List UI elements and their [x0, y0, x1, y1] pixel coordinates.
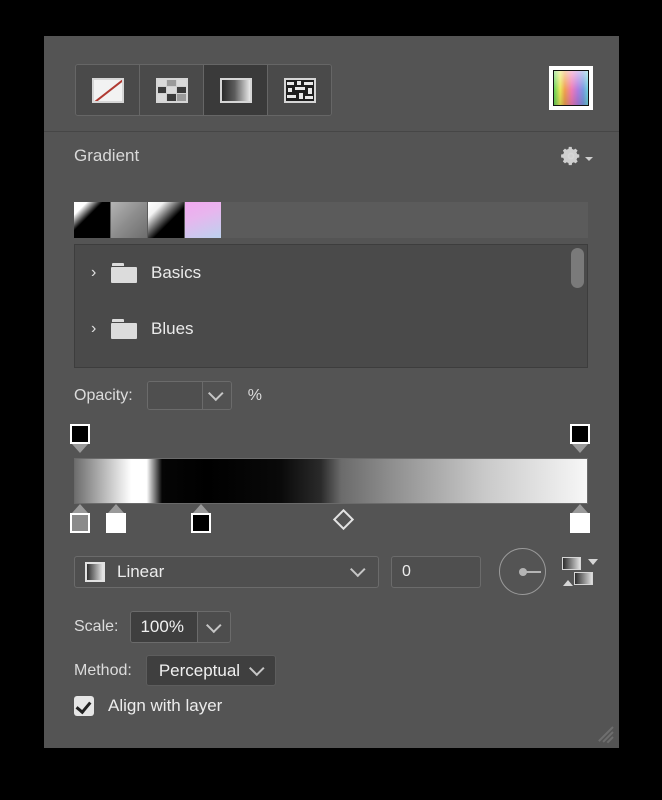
- color-picker-swatch-inner: [553, 70, 589, 106]
- stop-pointer-icon: [72, 504, 88, 513]
- align-with-layer-checkbox[interactable]: [74, 696, 94, 716]
- gradient-shape-row: Linear 0: [74, 548, 598, 595]
- chevron-down-icon: [585, 157, 593, 161]
- chevron-down-icon: [350, 561, 366, 578]
- stop-pointer-icon: [572, 444, 588, 453]
- arrow-down-icon: [588, 558, 598, 565]
- opacity-row: Opacity: %: [74, 381, 262, 410]
- scale-row: Scale: 100%: [74, 611, 232, 643]
- fill-type-toolbar: [44, 36, 619, 132]
- color-picker-swatch[interactable]: [549, 66, 593, 110]
- arrow-up-icon: [563, 579, 573, 586]
- align-with-layer-row[interactable]: Align with layer: [74, 696, 222, 716]
- opacity-stop-end[interactable]: [570, 424, 590, 453]
- scale-dropdown-button[interactable]: [197, 612, 231, 642]
- gradient-angle-input[interactable]: 0: [391, 555, 481, 588]
- screenshot-root: Gradient › Basics › Blues Opacity: % Lin…: [0, 0, 662, 800]
- method-select[interactable]: Perceptual: [145, 655, 277, 686]
- noise-icon: [283, 77, 316, 103]
- midpoint-marker[interactable]: [332, 508, 355, 531]
- opacity-stepper: [146, 381, 232, 410]
- stop-pointer-icon: [108, 504, 124, 513]
- list-item-label: Blues: [151, 319, 194, 338]
- gradient-preset-strip: [74, 202, 588, 238]
- folder-icon: [111, 319, 137, 339]
- folder-icon: [111, 263, 137, 283]
- chevron-right-icon[interactable]: ›: [91, 265, 105, 281]
- gradient-section-header: Gradient: [44, 132, 619, 178]
- gradient-icon: [219, 77, 252, 103]
- opacity-dropdown-button[interactable]: [201, 382, 231, 409]
- chevron-down-icon: [205, 617, 222, 633]
- fill-type-button-group: [75, 64, 332, 116]
- resize-grip-icon[interactable]: [591, 720, 614, 744]
- gradient-preview-bar[interactable]: [74, 458, 588, 504]
- pattern-icon: [155, 77, 188, 103]
- color-stop-swatch: [70, 513, 90, 533]
- gradient-shape-select[interactable]: Linear: [74, 555, 379, 588]
- method-row: Method: Perceptual: [74, 655, 277, 686]
- chevron-down-icon: [249, 660, 265, 677]
- color-stop-swatch: [191, 513, 211, 533]
- opacity-label: Opacity:: [74, 386, 133, 404]
- stop-pointer-icon: [72, 444, 88, 453]
- gradient-preset-swatch[interactable]: [111, 202, 147, 238]
- reverse-gradient-icon-b: [574, 571, 593, 585]
- vertical-scrollbar[interactable]: [571, 248, 584, 366]
- list-item[interactable]: › Blues: [75, 301, 587, 357]
- fill-type-noise-button[interactable]: [268, 65, 331, 115]
- angle-dial-icon[interactable]: [499, 548, 546, 595]
- stop-pointer-icon: [572, 504, 588, 513]
- gear-icon: [561, 146, 580, 166]
- list-item-label: Basics: [151, 263, 202, 282]
- color-stop[interactable]: [106, 504, 126, 533]
- opacity-stop-swatch: [70, 424, 90, 444]
- reverse-gradient-icon: [562, 556, 581, 570]
- scrollbar-thumb[interactable]: [571, 248, 584, 288]
- method-label: Method:: [74, 661, 132, 679]
- page-title: Gradient: [74, 146, 140, 165]
- chevron-down-icon: [208, 385, 224, 402]
- fill-type-pattern-button[interactable]: [140, 65, 204, 115]
- gradient-shape-label: Linear: [117, 561, 165, 581]
- scale-label: Scale:: [74, 618, 119, 635]
- gradient-group-list: › Basics › Blues: [74, 244, 588, 368]
- dial-hub: [518, 567, 527, 576]
- method-value: Perceptual: [158, 660, 241, 680]
- gradient-editor: [70, 424, 590, 534]
- fill-type-gradient-button[interactable]: [204, 65, 268, 115]
- gradient-preset-swatch[interactable]: [74, 202, 110, 238]
- align-with-layer-label: Align with layer: [108, 696, 223, 715]
- chevron-right-icon[interactable]: ›: [91, 321, 105, 337]
- color-stop-swatch: [106, 513, 126, 533]
- no-fill-icon: [91, 77, 124, 103]
- gradient-preset-swatch[interactable]: [148, 202, 184, 238]
- reverse-gradient-button[interactable]: [562, 556, 598, 588]
- gradient-preset-swatch[interactable]: [185, 202, 221, 238]
- color-stop-swatch: [570, 513, 590, 533]
- scale-input[interactable]: 100%: [131, 612, 198, 642]
- gradient-swatch-icon: [85, 561, 105, 582]
- opacity-unit: %: [247, 386, 262, 404]
- list-item[interactable]: › Basics: [75, 245, 587, 301]
- scale-combo: 100%: [130, 611, 232, 643]
- color-stop[interactable]: [570, 504, 590, 533]
- stop-pointer-icon: [193, 504, 209, 513]
- opacity-stop-start[interactable]: [70, 424, 90, 453]
- color-stop[interactable]: [191, 504, 211, 533]
- fill-type-none-button[interactable]: [76, 65, 140, 115]
- opacity-stop-swatch: [570, 424, 590, 444]
- panel-menu-button[interactable]: [560, 145, 593, 167]
- opacity-input[interactable]: [147, 382, 202, 409]
- color-stop[interactable]: [70, 504, 90, 533]
- gradient-panel: Gradient › Basics › Blues Opacity: % Lin…: [44, 36, 619, 748]
